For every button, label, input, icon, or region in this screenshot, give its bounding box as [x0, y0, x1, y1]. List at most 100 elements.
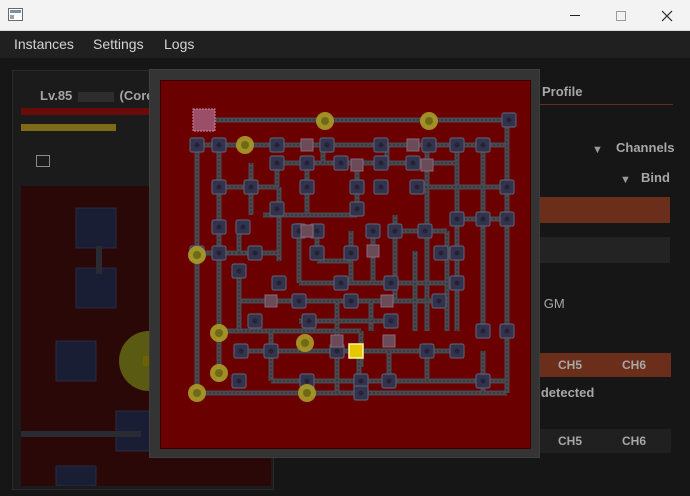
room-center: [216, 142, 222, 148]
room-center: [304, 160, 310, 166]
portal-core: [303, 389, 311, 397]
unexplored-room-marker: [406, 138, 420, 152]
room-center: [414, 184, 420, 190]
room-center: [274, 160, 280, 166]
room-center: [314, 228, 320, 234]
room-center: [358, 390, 364, 396]
room-center: [324, 142, 330, 148]
chevron-down-icon[interactable]: ▼: [592, 144, 603, 156]
unexplored-room-marker: [264, 294, 278, 308]
unexplored-room-marker: [300, 138, 314, 152]
room-center: [358, 378, 364, 384]
room-center: [248, 184, 254, 190]
accent-bar[interactable]: [540, 197, 670, 223]
room-center: [388, 280, 394, 286]
unexplored-room-marker: [350, 158, 364, 172]
character-level: Lv.85: [40, 88, 73, 103]
channel-ch6[interactable]: CH6: [602, 353, 666, 377]
room-center: [274, 142, 280, 148]
room-center: [238, 348, 244, 354]
room-center: [378, 142, 384, 148]
room-center: [334, 348, 340, 354]
portal-core: [321, 117, 329, 125]
map-dialog: [149, 69, 540, 458]
room-center: [236, 268, 242, 274]
room-center: [304, 378, 310, 384]
menu-settings[interactable]: Settings: [93, 36, 144, 52]
room-center: [240, 224, 246, 230]
room-center: [454, 142, 460, 148]
room-center: [194, 142, 200, 148]
room-center: [274, 206, 280, 212]
menu-logs[interactable]: Logs: [164, 36, 194, 52]
close-button[interactable]: [644, 0, 690, 31]
mp-bar: [21, 124, 116, 131]
unexplored-room-marker: [382, 334, 396, 348]
maximize-icon: [616, 10, 626, 21]
settings-panel: Profile ▼ Channels ▼ Bind ct GM CH5 CH6 …: [530, 70, 685, 490]
start-room-marker: [192, 108, 216, 132]
portal-core: [241, 141, 249, 149]
room-center: [454, 250, 460, 256]
room-center: [252, 318, 258, 324]
channel-row-active: CH5 CH6: [538, 353, 671, 377]
unexplored-room-marker: [420, 158, 434, 172]
room-center: [378, 160, 384, 166]
portal-core: [193, 251, 201, 259]
menu-instances[interactable]: Instances: [14, 36, 74, 52]
map-icon[interactable]: [36, 155, 50, 167]
maximize-button[interactable]: [598, 0, 644, 31]
room-center: [354, 206, 360, 212]
room-center: [338, 280, 344, 286]
player-marker: [348, 343, 364, 359]
room-center: [504, 184, 510, 190]
room-center: [348, 250, 354, 256]
channel-ch5[interactable]: CH5: [538, 353, 602, 377]
minimize-button[interactable]: [552, 0, 598, 31]
room-center: [388, 318, 394, 324]
room-center: [236, 378, 242, 384]
room-center: [216, 184, 222, 190]
unexplored-room-marker: [330, 334, 344, 348]
room-center: [426, 142, 432, 148]
room-center: [480, 378, 486, 384]
dungeon-map-graphic: [188, 108, 517, 402]
room-center: [454, 348, 460, 354]
room-center: [354, 184, 360, 190]
room-center: [454, 216, 460, 222]
title-bar: [0, 0, 690, 31]
unexplored-room-marker: [366, 244, 380, 258]
room-center: [216, 224, 222, 230]
channel-ch6[interactable]: CH6: [602, 429, 666, 453]
room-center: [410, 160, 416, 166]
portal-core: [425, 117, 433, 125]
room-center: [504, 216, 510, 222]
character-name: Lv.85 (Core=: [40, 88, 161, 103]
room-center: [436, 298, 442, 304]
room-center: [276, 280, 282, 286]
portal-core: [301, 339, 309, 347]
unexplored-room-marker: [380, 294, 394, 308]
room-center: [480, 328, 486, 334]
room-center: [252, 250, 258, 256]
channel-row: CH5 CH6: [538, 429, 671, 453]
dungeon-map[interactable]: [160, 80, 531, 449]
room-center: [422, 228, 428, 234]
room-center: [268, 348, 274, 354]
room-center: [506, 117, 512, 123]
menu-bar: Instances Settings Logs: [0, 31, 690, 58]
input-field[interactable]: [540, 237, 670, 263]
room-center: [480, 216, 486, 222]
app-icon: [8, 8, 23, 21]
room-center: [378, 184, 384, 190]
tab-indicator: [530, 104, 673, 105]
chevron-down-icon[interactable]: ▼: [620, 174, 631, 186]
channel-ch5[interactable]: CH5: [538, 429, 602, 453]
portal-core: [215, 329, 223, 337]
bind-label: Bind: [641, 170, 670, 185]
room-center: [386, 378, 392, 384]
room-center: [348, 298, 354, 304]
room-center: [338, 160, 344, 166]
room-center: [454, 280, 460, 286]
tab-profile[interactable]: Profile: [542, 84, 582, 99]
